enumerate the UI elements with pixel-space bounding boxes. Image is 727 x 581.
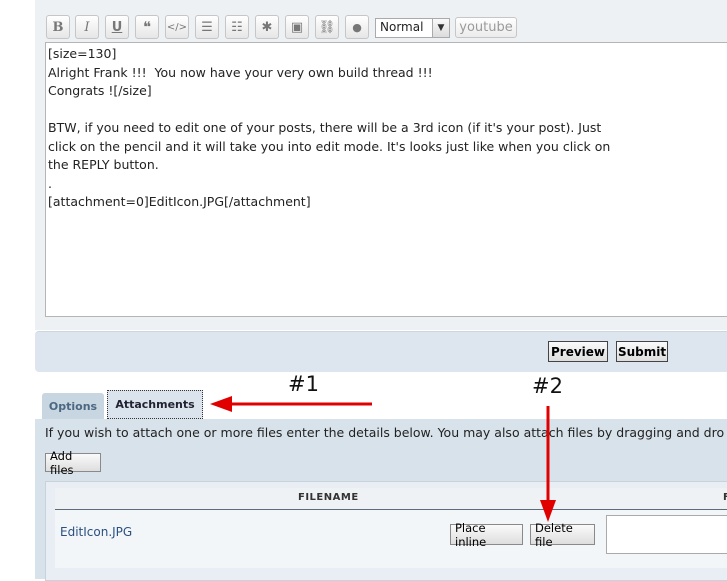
annotation-arrows: [210, 396, 556, 522]
arrow-left-annotation: [210, 396, 372, 412]
arrow-down-annotation: [540, 406, 556, 522]
